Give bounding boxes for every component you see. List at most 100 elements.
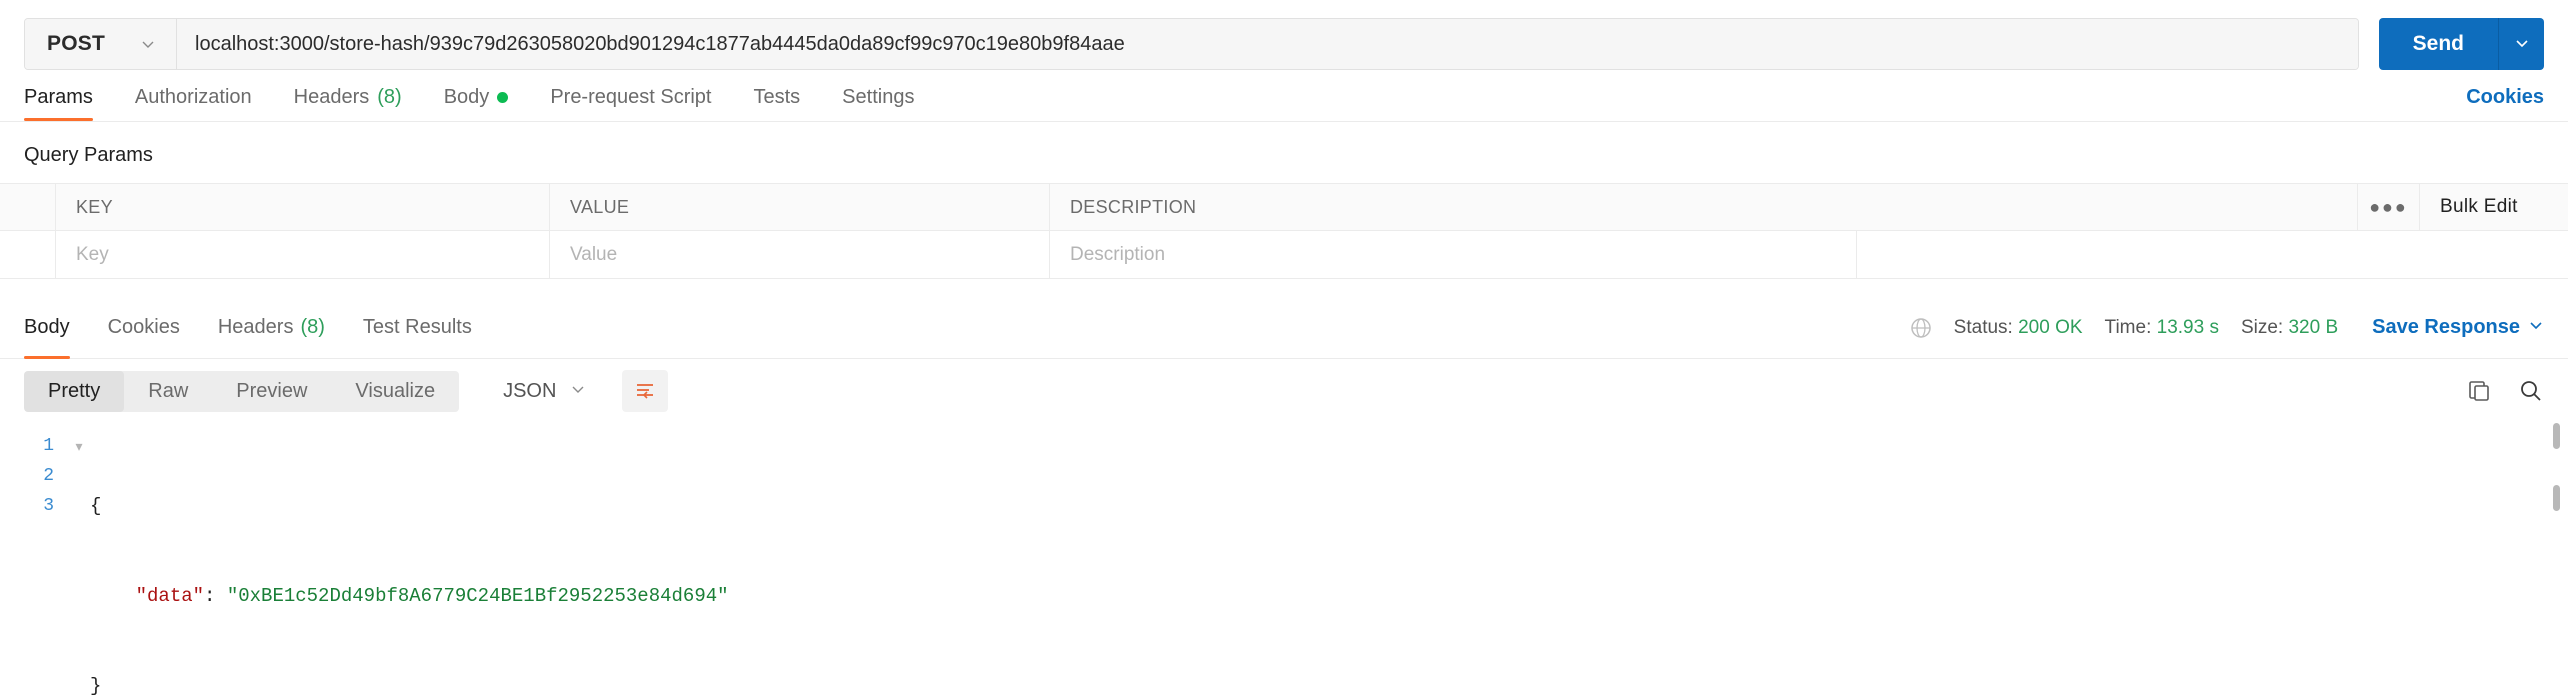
code-token-colon: :	[204, 585, 227, 607]
view-mode-visualize[interactable]: Visualize	[331, 371, 459, 412]
size-indicator: Size: 320 B	[2241, 317, 2338, 339]
http-method-label: POST	[47, 32, 105, 55]
code-token: }	[90, 675, 102, 697]
method-url-combo: POST localhost:3000/store-hash/939c79d26…	[24, 18, 2359, 70]
view-mode-preview[interactable]: Preview	[212, 371, 331, 412]
size-value: 320 B	[2288, 316, 2339, 338]
response-format-label: JSON	[503, 379, 557, 402]
copy-icon[interactable]	[2466, 378, 2492, 404]
response-tab-test-results-label: Test Results	[362, 316, 472, 338]
tab-settings[interactable]: Settings	[842, 86, 914, 121]
code-token: {	[90, 495, 102, 517]
line-number: 3	[43, 496, 54, 516]
response-tab-headers-label: Headers	[217, 316, 294, 338]
param-description-input[interactable]: Description	[1050, 231, 1858, 278]
chevron-down-icon	[2514, 35, 2530, 54]
code-line: }	[90, 671, 2568, 698]
request-tabs: Params Authorization Headers (8) Body Pr…	[0, 72, 2568, 122]
query-params-title: Query Params	[24, 144, 153, 166]
tab-body[interactable]: Body	[444, 86, 509, 121]
scrollbar-thumb-secondary[interactable]	[2553, 485, 2560, 511]
chevron-down-icon	[2528, 316, 2544, 339]
column-header-description: DESCRIPTION	[1050, 184, 2358, 230]
wrap-lines-icon[interactable]	[622, 370, 669, 412]
view-mode-pretty[interactable]: Pretty	[24, 370, 125, 412]
param-value-input[interactable]: Value	[550, 231, 1050, 278]
response-scrollbar[interactable]	[2553, 423, 2560, 531]
send-button[interactable]: Send	[2378, 18, 2498, 70]
row-end-spacer	[1857, 231, 2568, 278]
line-number: 2	[43, 466, 54, 486]
tab-headers[interactable]: Headers (8)	[294, 86, 402, 121]
send-options-caret[interactable]	[2498, 18, 2544, 70]
tab-pre-request-script[interactable]: Pre-request Script	[550, 86, 711, 121]
tab-body-label: Body	[443, 86, 490, 108]
fold-toggle-icon[interactable]: ▾	[68, 431, 90, 461]
response-tab-body[interactable]: Body	[24, 297, 70, 359]
table-header-row: KEY VALUE DESCRIPTION ●●● Bulk Edit	[0, 184, 2568, 230]
query-params-table: KEY VALUE DESCRIPTION ●●● Bulk Edit Key …	[0, 183, 2568, 279]
request-url-input[interactable]: localhost:3000/store-hash/939c79d2630580…	[177, 19, 2358, 69]
view-mode-group: Pretty Raw Preview Visualize	[24, 370, 460, 412]
view-mode-raw[interactable]: Raw	[124, 371, 212, 412]
response-view-toolbar: Pretty Raw Preview Visualize JSON	[0, 359, 2568, 423]
time-value: 13.93 s	[2156, 316, 2219, 338]
column-header-value: VALUE	[550, 184, 1050, 230]
response-tab-test-results[interactable]: Test Results	[363, 297, 472, 359]
response-format-selector[interactable]: JSON	[485, 372, 602, 411]
http-method-selector[interactable]: POST	[25, 19, 177, 69]
tab-params[interactable]: Params	[24, 86, 93, 121]
status-label: Status:	[1953, 316, 2013, 338]
code-fold-column[interactable]: ▾	[68, 431, 90, 698]
tab-pre-request-script-label: Pre-request Script	[550, 86, 712, 108]
size-label: Size:	[2240, 316, 2284, 338]
tab-authorization[interactable]: Authorization	[135, 86, 252, 121]
postman-request-response-pane: POST localhost:3000/store-hash/939c79d26…	[0, 0, 2568, 698]
response-tabs: Body Cookies Headers (8) Test Results St…	[0, 297, 2568, 359]
globe-icon	[1910, 317, 1932, 339]
code-token-string: "0xBE1c52Dd49bf8A6779C24BE1Bf2952253e84d…	[226, 585, 729, 607]
response-meta: Status: 200 OK Time: 13.93 s Size: 320 B…	[1910, 316, 2544, 339]
chevron-down-icon	[570, 380, 586, 403]
tab-params-label: Params	[24, 86, 93, 108]
cookies-link[interactable]: Cookies	[2466, 86, 2544, 121]
body-present-dot-icon	[497, 92, 509, 103]
save-response-button[interactable]: Save Response	[2372, 316, 2544, 339]
response-tab-cookies-label: Cookies	[107, 316, 180, 338]
scrollbar-thumb[interactable]	[2553, 423, 2560, 449]
response-body-viewer: 1 2 3 ▾ { "data": "0xBE1c52Dd49bf8A6779C…	[0, 423, 2568, 698]
time-label: Time:	[2104, 316, 2152, 338]
search-icon[interactable]	[2518, 378, 2544, 404]
code-line: {	[90, 491, 2568, 521]
response-tab-body-label: Body	[24, 316, 70, 338]
chevron-down-icon	[140, 36, 156, 52]
tab-authorization-label: Authorization	[134, 86, 252, 108]
row-checkbox[interactable]	[0, 231, 56, 278]
tab-headers-label: Headers	[293, 86, 370, 108]
url-bar: POST localhost:3000/store-hash/939c79d26…	[0, 0, 2568, 72]
time-indicator: Time: 13.93 s	[2105, 317, 2219, 339]
line-number-gutter: 1 2 3	[0, 431, 68, 698]
bulk-edit-button[interactable]: Bulk Edit	[2420, 184, 2568, 230]
code-token-key: "data"	[135, 585, 205, 607]
param-key-input[interactable]: Key	[56, 231, 550, 278]
line-number: 1	[43, 436, 54, 456]
headers-count-badge: (8)	[377, 86, 402, 108]
ellipsis-icon[interactable]: ●●●	[2358, 184, 2420, 230]
status-value: 200 OK	[2018, 316, 2083, 338]
send-button-group: Send	[2378, 18, 2544, 70]
status-badge: Status: 200 OK	[1954, 317, 2083, 339]
column-header-key: KEY	[56, 184, 550, 230]
code-line: "data": "0xBE1c52Dd49bf8A6779C24BE1Bf295…	[90, 581, 2568, 611]
save-response-label: Save Response	[2372, 316, 2520, 338]
header-select-all-cell	[0, 184, 56, 230]
response-tab-headers[interactable]: Headers (8)	[218, 297, 325, 359]
tab-tests[interactable]: Tests	[753, 86, 800, 121]
response-body-code[interactable]: { "data": "0xBE1c52Dd49bf8A6779C24BE1Bf2…	[90, 431, 2568, 698]
tab-tests-label: Tests	[753, 86, 801, 108]
response-actions	[2466, 378, 2544, 404]
response-tab-cookies[interactable]: Cookies	[108, 297, 180, 359]
